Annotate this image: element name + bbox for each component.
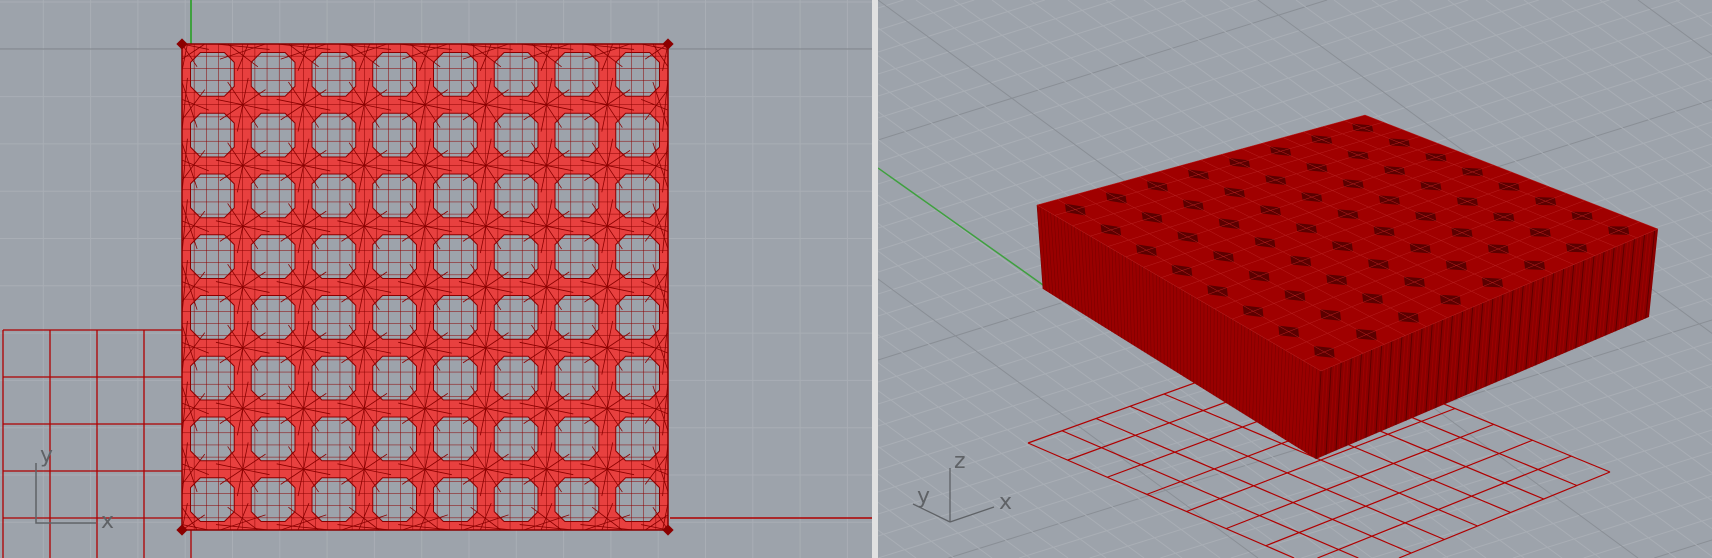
lattice-hole [493,416,539,462]
top-viewport-canvas[interactable]: y x [0,0,872,558]
lattice-hole [493,173,539,219]
lattice-hole [433,416,478,462]
lattice-hole [433,173,478,219]
lattice-hole [250,416,296,462]
lattice-hole [493,112,539,158]
lattice-hole [250,355,296,401]
axis-label-z: z [954,449,966,474]
lattice-hole [250,295,296,340]
construction-grid-line [1398,471,1611,558]
lattice-hole [615,173,660,219]
lattice-hole [615,52,660,97]
lattice-hole [493,477,539,522]
lattice-hole [433,295,478,340]
lattice-hole [615,355,660,401]
lattice-hole [372,355,417,401]
lattice-hole [615,234,660,279]
lattice-hole [493,234,539,279]
lattice-hole [372,173,417,219]
lattice-hole [433,355,478,401]
lattice-hole [372,416,417,462]
lattice-hole [554,112,600,158]
lattice-hole [493,295,539,340]
lattice-hole [250,173,296,219]
axis-label-x: x [999,490,1012,515]
grid-line [878,0,1187,97]
grid-line [1442,473,1712,558]
grid-line [878,0,1257,119]
lattice-hole [190,355,235,401]
lattice-hole [615,295,660,340]
lattice-hole [190,234,235,279]
lattice-hole [190,112,235,158]
lattice-hole [493,355,539,401]
lattice-part-top[interactable] [176,38,674,536]
lattice-hole [372,52,417,97]
lattice-hole [250,52,296,97]
lattice-hole [190,416,235,462]
lattice-hole [554,52,600,97]
grid-line [1583,517,1712,558]
axis-label-y: y [917,484,930,509]
lattice-hole [554,355,600,401]
perspective-viewport[interactable]: z y x [878,0,1712,558]
axis-widget: z y x [912,449,1012,523]
lattice-hole [615,112,660,158]
axis-label-y: y [40,443,53,468]
construction-grid-line [1265,439,1533,547]
lattice-hole [554,295,600,340]
lattice-hole [493,52,539,97]
lattice-hole [190,477,235,522]
lattice-hole [311,416,357,462]
axis-label-x: x [101,509,114,534]
lattice-hole [250,477,296,522]
grid-line [878,529,917,558]
lattice-hole [433,234,478,279]
lattice-hole [554,173,600,219]
x-axis-widget [949,506,995,523]
grid-line [878,0,904,9]
lattice-hole [615,477,660,522]
lattice-hole [372,234,417,279]
y-axis-line [878,167,1044,286]
grid-line [878,0,1045,53]
lattice-hole [250,112,296,158]
lattice-part-3d[interactable] [1036,114,1659,460]
lattice-hole [433,52,478,97]
perspective-viewport-canvas[interactable]: z y x [878,0,1712,558]
axis-widget-lines [35,463,96,524]
lattice-hole [311,173,357,219]
lattice-hole [311,52,357,97]
lattice-hole [433,477,478,522]
lattice-hole [554,416,600,462]
lattice-hole [311,355,357,401]
lattice-hole [190,173,235,219]
lattice-hole [615,416,660,462]
lattice-hole [311,477,357,522]
top-viewport[interactable]: y x [0,0,872,558]
lattice-hole [433,112,478,158]
lattice-hole [372,477,417,522]
lattice-hole [190,295,235,340]
grid-line [878,417,1069,558]
lattice-hole [250,234,296,279]
lattice-hole [311,295,357,340]
axis-widget: y x [35,443,114,534]
construction-grid [2,329,192,558]
lattice-hole [190,52,235,97]
lattice-hole [311,112,357,158]
lattice-hole [311,234,357,279]
lattice-hole [554,477,600,522]
lattice-hole [372,295,417,340]
lattice-hole [372,112,417,158]
lattice-hole [554,234,600,279]
